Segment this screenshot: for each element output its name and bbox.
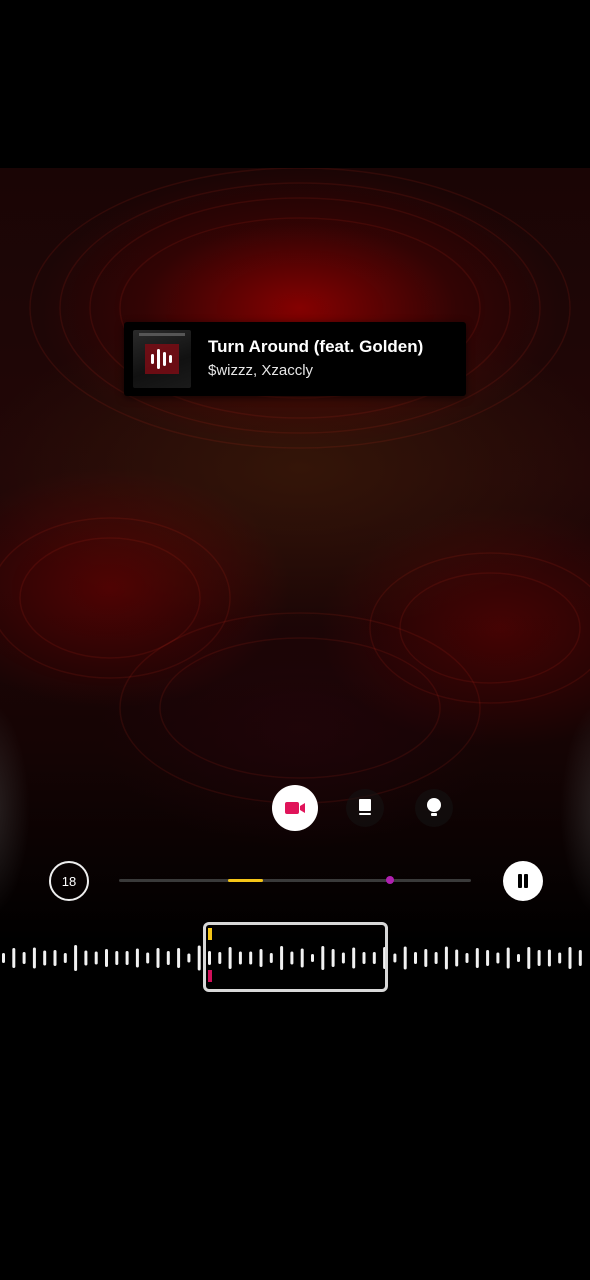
waveform-bar (465, 953, 469, 963)
waveform-bar (568, 947, 572, 969)
clip-duration-button[interactable]: 18 (49, 861, 89, 901)
pause-button[interactable] (503, 861, 543, 901)
waveform-bar (156, 948, 160, 968)
style-option-video[interactable] (272, 785, 318, 831)
song-title: Turn Around (feat. Golden) (208, 337, 424, 356)
waveform-bar (22, 952, 26, 964)
waveform-bar (197, 945, 201, 971)
pause-icon (518, 874, 528, 888)
waveform-bar (187, 953, 191, 963)
waveform-bar (166, 951, 170, 965)
waveform-bar (74, 945, 78, 971)
waveform-bar (403, 946, 407, 970)
clip-selection-window[interactable] (203, 922, 388, 992)
waveform-bar (84, 950, 88, 966)
waveform-bar (527, 947, 531, 969)
waveform-bar (135, 948, 139, 968)
waveform-bar (32, 947, 36, 969)
waveform-bar (43, 950, 47, 966)
story-editor-screen: Turn Around (feat. Golden) $wizzz, Xzacc… (0, 0, 590, 1280)
waveform-bar (53, 950, 57, 966)
waveform-bar (455, 949, 459, 967)
waveform-bar (146, 952, 150, 964)
waveform-bar (547, 949, 551, 967)
waveform-bar (63, 953, 67, 963)
waveform-bar (496, 952, 500, 964)
waveform-bar (558, 952, 562, 964)
song-artists: $wizzz, Xzaccly (208, 362, 314, 379)
waveform-bar (177, 948, 181, 968)
lightbulb-icon (427, 798, 441, 816)
waveform-bar (486, 950, 490, 966)
waveform-bar (414, 952, 417, 964)
playhead-marker[interactable] (386, 876, 395, 884)
album-cover (133, 330, 191, 388)
waveform-bar (444, 946, 448, 970)
music-sticker[interactable]: Turn Around (feat. Golden) $wizzz, Xzacc… (124, 322, 466, 396)
style-option-bulb[interactable] (415, 789, 453, 827)
waveform-bar (125, 951, 129, 965)
waveform-bar (12, 948, 16, 968)
waveform-bar (2, 953, 5, 963)
waveform-bar (393, 953, 397, 963)
waveform-bar (94, 951, 98, 965)
selected-clip-range (228, 879, 264, 882)
waveform-bar (578, 950, 582, 966)
clip-start-marker (208, 928, 212, 940)
waveform-bar (105, 949, 108, 967)
audio-bars-icon (151, 349, 172, 369)
video-camera-icon (285, 802, 305, 814)
style-option-card[interactable] (346, 789, 384, 827)
clip-end-marker (208, 970, 212, 982)
waveform-bar (434, 952, 438, 964)
waveform-bar (537, 950, 541, 966)
waveform-bar (517, 954, 520, 962)
waveform-bar (506, 947, 510, 969)
waveform-bar (424, 949, 428, 967)
song-scrub-track[interactable] (119, 876, 471, 884)
waveform-bar (475, 948, 479, 968)
waveform-bar (115, 951, 119, 965)
card-icon (359, 799, 371, 815)
